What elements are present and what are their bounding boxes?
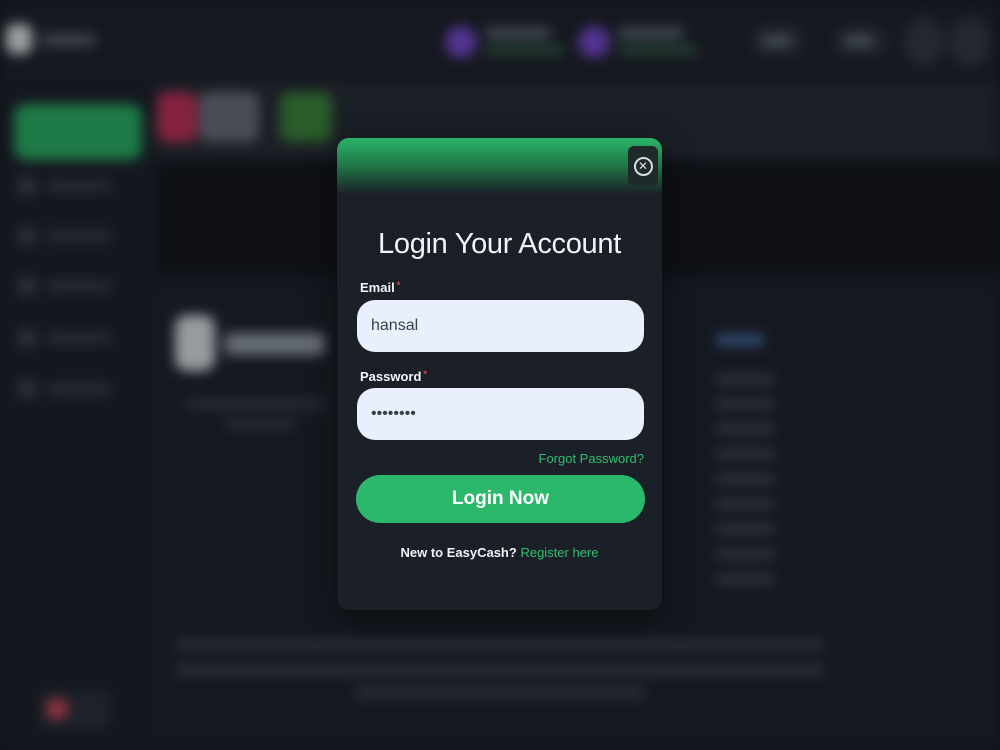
- required-mark: *: [423, 369, 427, 379]
- forgot-password-link[interactable]: Forgot Password?: [539, 451, 645, 466]
- close-icon: ✕: [633, 156, 653, 176]
- password-field[interactable]: [357, 388, 644, 440]
- login-modal: ✕ Login Your Account Email* Password* Fo…: [337, 138, 662, 610]
- close-button[interactable]: ✕: [628, 146, 658, 186]
- login-button[interactable]: Login Now: [356, 475, 645, 523]
- modal-title: Login Your Account: [378, 228, 621, 260]
- register-prompt: New to EasyCash? Register here: [400, 545, 599, 560]
- register-link[interactable]: Register here: [520, 545, 598, 560]
- email-label: Email *: [360, 280, 401, 295]
- modal-header: [337, 138, 662, 194]
- required-mark: *: [396, 280, 401, 290]
- email-field[interactable]: [357, 300, 644, 352]
- password-label: Password *: [360, 369, 427, 384]
